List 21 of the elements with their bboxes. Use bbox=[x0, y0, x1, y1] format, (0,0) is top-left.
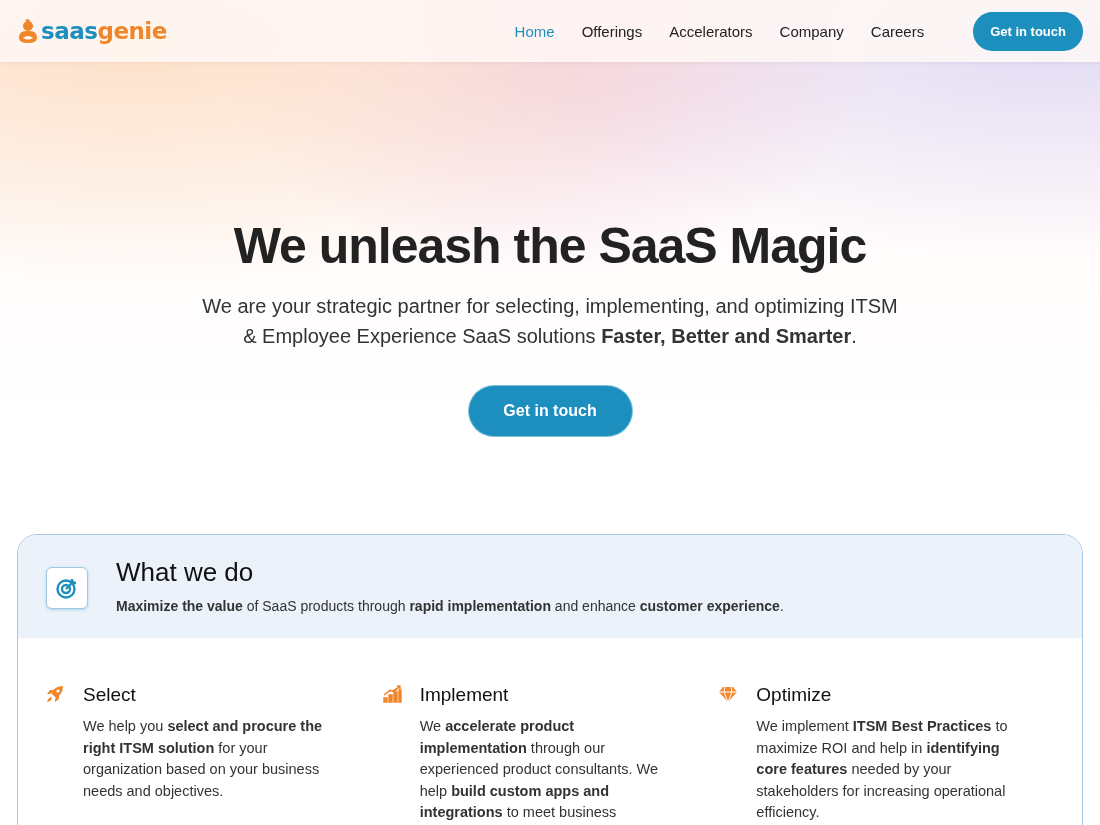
target-icon bbox=[46, 567, 88, 609]
service-title: Optimize bbox=[756, 684, 833, 706]
hero-title: We unleash the SaaS Magic bbox=[233, 217, 867, 275]
service-description: We accelerate product implementation through our experienced product consultants. We help build custom apps and integrations to meet business bbox=[419, 717, 659, 822]
nav-link[interactable]: Offerings bbox=[581, 22, 643, 40]
section-description: Maximize the value of SaaS products through rapid implementation and enhance customer experience. bbox=[116, 598, 784, 614]
get-in-touch-button[interactable]: Get in touch bbox=[468, 386, 632, 436]
get-in-touch-button[interactable]: Get in touch bbox=[973, 11, 1083, 51]
nav-link[interactable]: Careers bbox=[870, 22, 925, 40]
nav-link[interactable]: Company bbox=[779, 22, 844, 40]
service-description: We help you select and procure the right ITSM solution for your organization based on your business needs and objectives. bbox=[83, 717, 324, 801]
service-description: We implement ITSM Best Practices to maximize ROI and help in identifying core features needed by your stakeholders for increasing operational efficiency. bbox=[756, 717, 1009, 822]
service-title: Select bbox=[83, 684, 137, 706]
genie-icon bbox=[17, 18, 39, 44]
rocket-icon bbox=[45, 684, 65, 704]
service-title: Implement bbox=[419, 684, 510, 706]
section-title: What we do bbox=[116, 557, 255, 588]
nav-link[interactable]: Accelerators bbox=[669, 22, 753, 40]
diamond-icon bbox=[718, 684, 739, 704]
hero-subtitle: We are your strategic partner for selecting, implementing, and optimizing ITSM & Employee Experience SaaS solutions Faster, Better and Smarter. bbox=[201, 294, 899, 349]
bar-chart-icon bbox=[381, 684, 402, 704]
